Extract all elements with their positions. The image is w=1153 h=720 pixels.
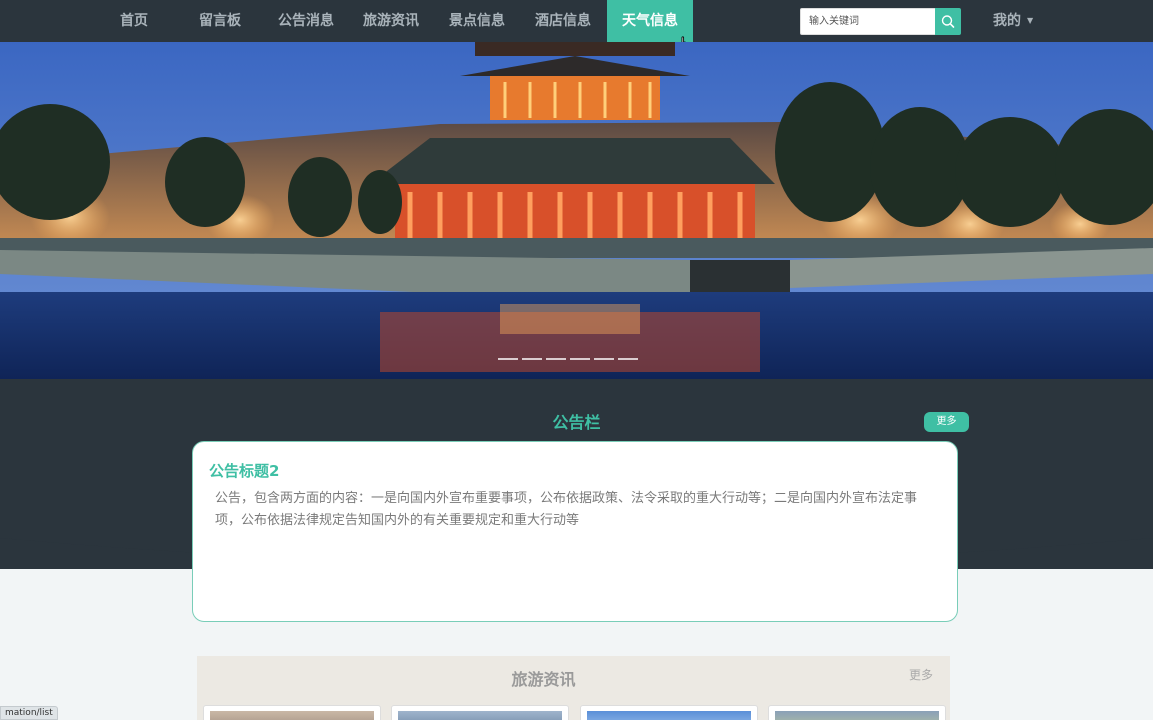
travel-news-more-link[interactable]: 更多: [909, 666, 933, 683]
carousel-dot-3[interactable]: [546, 358, 566, 360]
travel-news-thumbnail: [587, 711, 751, 720]
travel-news-thumbnail: [210, 711, 374, 720]
travel-news-title: 旅游资讯: [511, 670, 576, 689]
notice-card-title[interactable]: 公告标题2: [209, 460, 279, 481]
carousel-dot-4[interactable]: [570, 358, 590, 360]
nav-item-message-board[interactable]: 留言板: [193, 0, 247, 42]
travel-news-item-4[interactable]: [768, 705, 946, 720]
carousel-dot-6[interactable]: [618, 358, 638, 360]
notice-card-text: 公告，包含两方面的内容：一是向国内外宣布重要事项，公布依据政策、法令采取的重大行…: [215, 491, 918, 528]
carousel-dot-1[interactable]: [498, 358, 518, 360]
travel-news-section: 旅游资讯 更多: [197, 656, 950, 720]
search-button[interactable]: [935, 8, 961, 35]
search-input[interactable]: [800, 8, 935, 35]
carousel-dot-2[interactable]: [522, 358, 542, 360]
banner-image: [0, 42, 1153, 379]
nav-item-travel-news[interactable]: 旅游资讯: [359, 0, 423, 42]
caret-down-icon: ▼: [1027, 16, 1034, 25]
notice-more-button[interactable]: 更多: [924, 412, 969, 432]
nav-item-hotels[interactable]: 酒店信息: [531, 0, 595, 42]
user-menu[interactable]: 我的 ▼: [993, 0, 1033, 42]
travel-news-thumbnail: [398, 711, 562, 720]
search-box: [800, 8, 961, 35]
nav-item-attractions[interactable]: 景点信息: [445, 0, 509, 42]
top-nav: 首页 留言板 公告消息 旅游资讯 景点信息 酒店信息 天气信息 我的▼: [0, 0, 1153, 42]
travel-news-thumbnail: [775, 711, 939, 720]
search-icon: [941, 15, 955, 28]
nav-item-home[interactable]: 首页: [111, 0, 157, 42]
nav-item-announcements[interactable]: 公告消息: [274, 0, 338, 42]
notice-card[interactable]: 公告标题2 公告，包含两方面的内容：一是向国内外宣布重要事项，公布依据政策、法令…: [192, 441, 958, 622]
travel-news-item-1[interactable]: [203, 705, 381, 720]
carousel-dot-5[interactable]: [594, 358, 614, 360]
hero-banner[interactable]: [0, 42, 1153, 379]
user-menu-label: 我的: [993, 13, 1021, 29]
notice-section-title: 公告栏: [552, 413, 601, 432]
travel-news-item-2[interactable]: [391, 705, 569, 720]
browser-status-url: mation/list: [0, 706, 58, 720]
travel-news-item-3[interactable]: [580, 705, 758, 720]
